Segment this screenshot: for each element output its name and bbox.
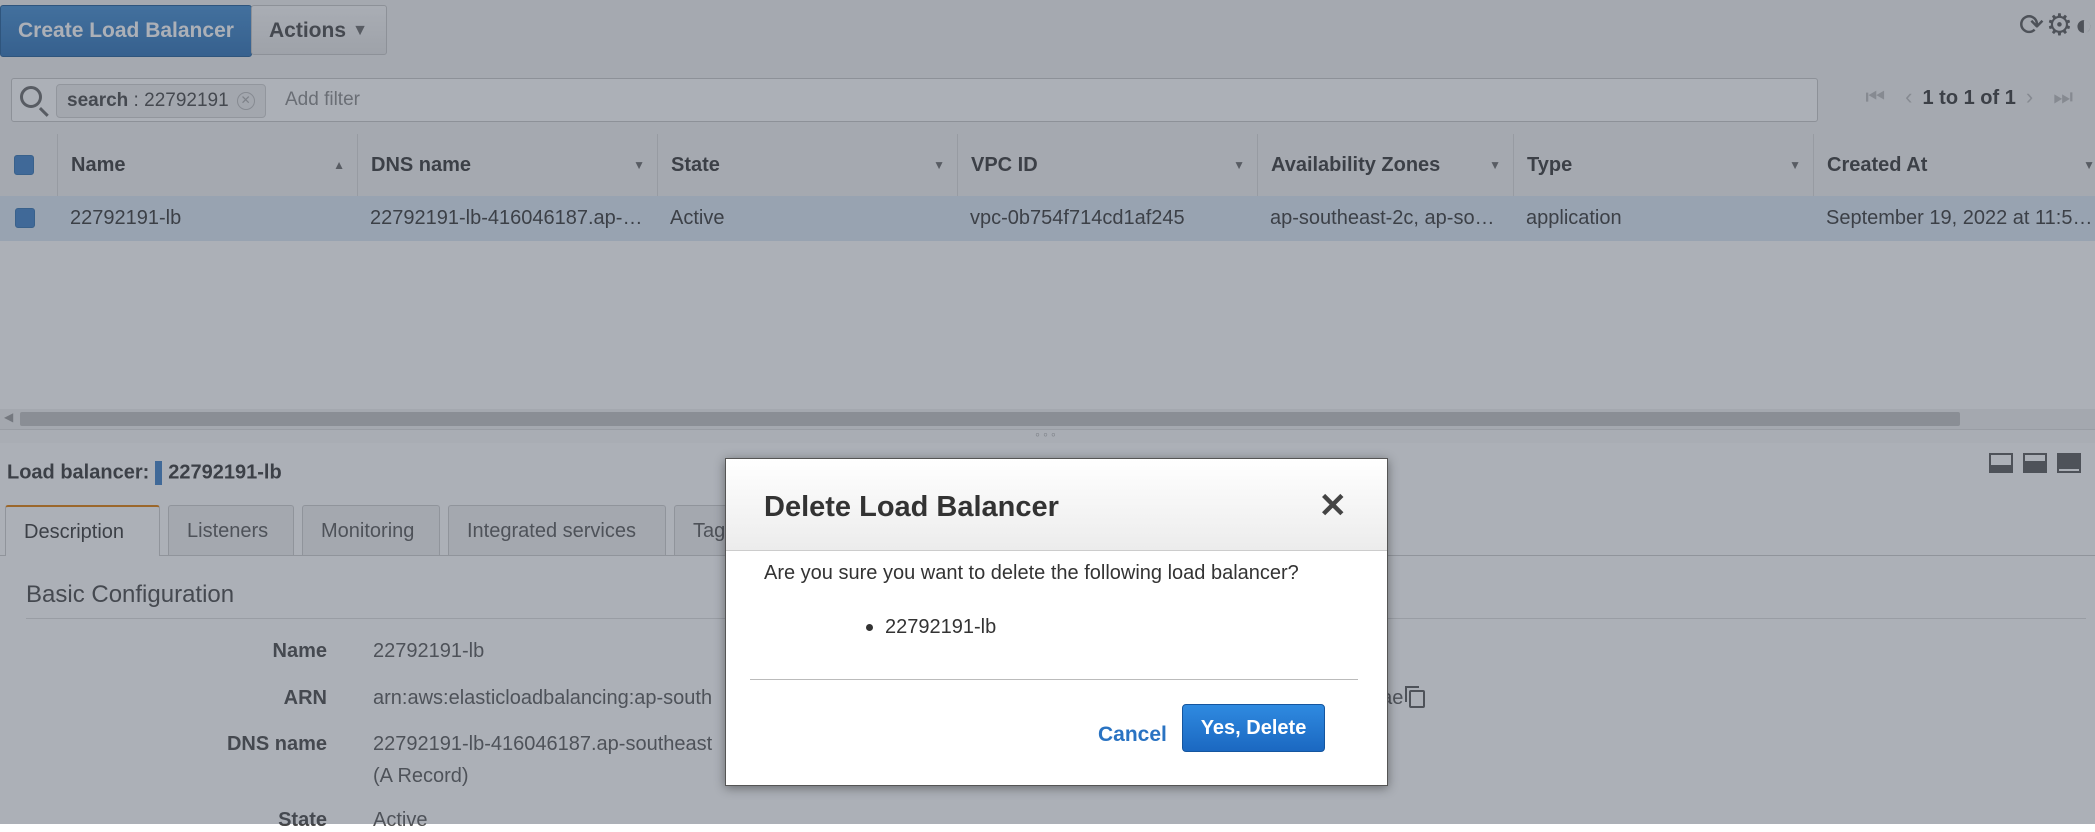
bullet-icon (866, 624, 873, 632)
dialog-header: Delete Load Balancer ✕ (726, 459, 1387, 551)
dialog-message: Are you sure you want to delete the foll… (764, 562, 1299, 584)
list-item: 22792191-lb (866, 616, 996, 639)
yes-delete-button[interactable]: Yes, Delete (1182, 704, 1325, 752)
delete-load-balancer-dialog: Delete Load Balancer ✕ Are you sure you … (725, 458, 1388, 786)
dialog-divider (750, 679, 1358, 680)
dialog-item-name: 22792191-lb (885, 616, 997, 638)
close-icon[interactable]: ✕ (1319, 489, 1348, 523)
dialog-title: Delete Load Balancer (764, 491, 1059, 523)
cancel-button[interactable]: Cancel (1098, 723, 1167, 747)
page: Create Load Balancer Actions ▼ ⟳⚙◐ searc… (0, 0, 2095, 831)
